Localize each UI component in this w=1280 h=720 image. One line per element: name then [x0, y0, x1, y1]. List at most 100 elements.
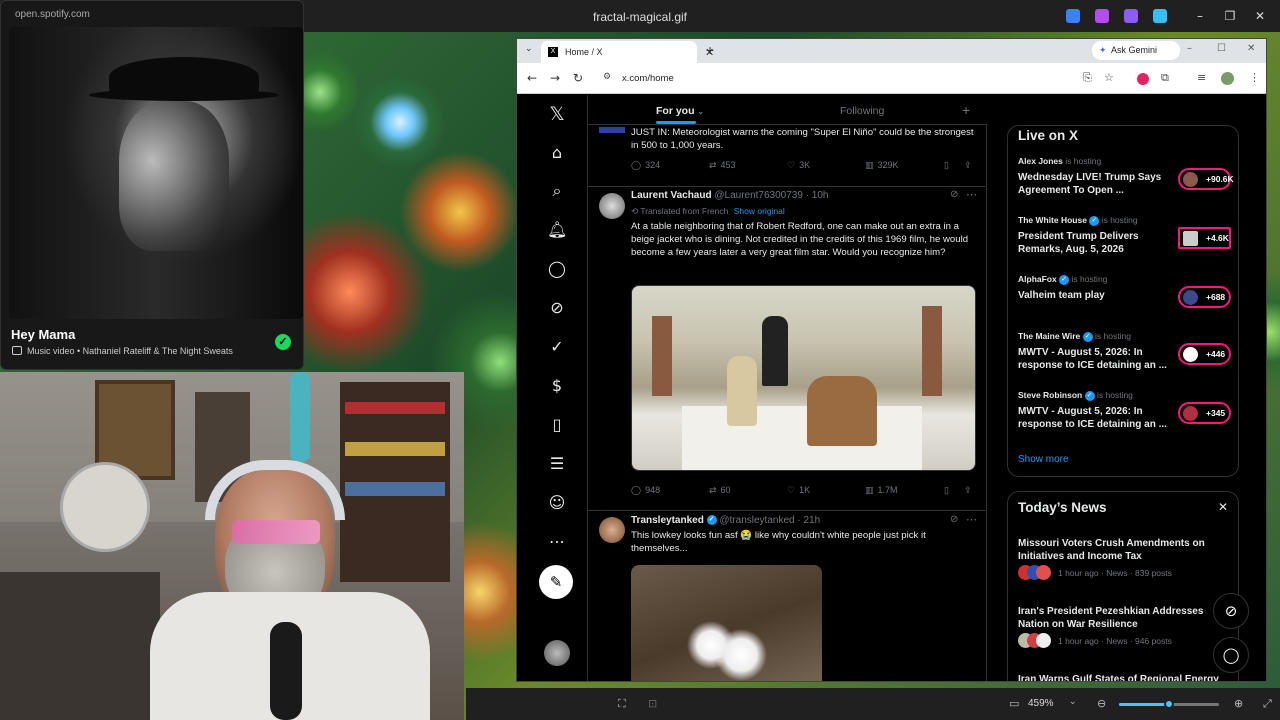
like-button[interactable]: ♡ 1K — [787, 485, 810, 496]
tweet[interactable]: Laurent Vachaud @Laurent76300739 · 10h ⊘… — [588, 187, 987, 511]
close-icon[interactable]: ✕ — [1252, 8, 1268, 24]
tweet-handle[interactable]: @Laurent76300739 · 10h — [714, 190, 828, 201]
notifications-bell-icon[interactable]: 🔔︎ — [547, 220, 567, 240]
listener-count-pill[interactable]: +345 — [1178, 402, 1231, 424]
zoom-out-icon[interactable]: ⊖ — [1097, 697, 1106, 710]
tab-following[interactable]: Following — [840, 105, 884, 117]
tray-app-icon[interactable] — [1095, 9, 1109, 23]
listener-count-pill[interactable]: +446 — [1178, 343, 1231, 365]
bookmarks-icon[interactable]: ▯ — [547, 415, 567, 435]
tweet-avatar[interactable] — [599, 127, 625, 133]
fullscreen-icon[interactable]: ⤢ — [1263, 697, 1272, 711]
grok-icon[interactable]: ⊘ — [950, 514, 958, 525]
tweet[interactable]: JUST IN: Meteorologist warns the coming … — [588, 119, 987, 187]
tray-app-icon[interactable] — [1066, 9, 1080, 23]
tweet[interactable]: Transleytanked ✓ @transleytanked · 21h ⊘… — [588, 511, 987, 681]
bookmark-icon[interactable]: ▯ — [944, 160, 949, 171]
messages-fab-icon[interactable]: ◯ — [1213, 637, 1249, 673]
reload-icon[interactable]: ↻ — [573, 71, 583, 85]
site-info-icon[interactable]: ⚙ — [603, 72, 611, 82]
extensions-icon[interactable]: ⧉ — [1161, 71, 1169, 85]
grok-icon[interactable]: ⊘ — [547, 298, 567, 318]
account-avatar[interactable] — [544, 640, 570, 666]
tray-app-icon[interactable] — [1124, 9, 1138, 23]
zoom-slider-thumb[interactable] — [1164, 699, 1174, 709]
restore-icon[interactable]: ❐ — [1222, 8, 1238, 24]
listener-count-pill[interactable]: +90.6K — [1178, 168, 1234, 190]
grok-chat-icon[interactable]: ◯ — [547, 259, 567, 279]
views-button[interactable]: ▥ 329K — [865, 160, 899, 171]
translate-icon: ⟲ — [631, 206, 641, 216]
money-icon[interactable]: $ — [547, 376, 567, 396]
lists-icon[interactable]: ☰ — [547, 454, 567, 474]
album-art-image[interactable] — [9, 27, 303, 319]
news-item[interactable]: Iran's President Pezeshkian Addresses Na… — [1018, 605, 1233, 648]
film-still-image[interactable] — [631, 285, 976, 471]
news-item[interactable]: Iran Warns Gulf States of Regional Energ… — [1018, 673, 1233, 681]
zoom-dropdown-icon[interactable]: ⌄ — [1069, 697, 1077, 707]
new-tab-icon[interactable]: + — [706, 42, 714, 58]
more-icon[interactable]: ⋯ — [547, 532, 567, 552]
news-item[interactable]: Missouri Voters Crush Amendments on Init… — [1018, 537, 1233, 580]
crop-icon[interactable]: ⊡ — [648, 697, 657, 710]
zoom-level[interactable]: 459% — [1028, 698, 1054, 709]
listener-count-pill[interactable]: +4.6K — [1178, 227, 1231, 249]
verified-orgs-icon[interactable]: ✓ — [547, 337, 567, 357]
repost-button[interactable]: ⇄ 453 — [709, 160, 736, 171]
grok-fab-icon[interactable]: ⊘ — [1213, 593, 1249, 629]
repost-button[interactable]: ⇄ 60 — [709, 485, 731, 496]
more-options-icon[interactable]: ⋯ — [966, 188, 977, 201]
tweet-handle[interactable]: @transleytanked · 21h — [719, 515, 820, 526]
show-original-link[interactable]: Show original — [734, 206, 785, 216]
browser-minimize-icon[interactable]: – — [1187, 43, 1192, 54]
compose-post-button[interactable]: ✎ — [539, 565, 573, 599]
tab-search-icon[interactable]: ⌄ — [525, 44, 533, 54]
tweet-avatar[interactable] — [599, 193, 625, 219]
tab-for-you[interactable]: For you ⌄ — [656, 105, 704, 117]
close-icon[interactable]: ✕ — [1218, 500, 1228, 514]
minimize-icon[interactable]: – — [1192, 8, 1208, 24]
tweet-avatar[interactable] — [599, 517, 625, 543]
share-icon[interactable]: ⇪ — [964, 160, 972, 171]
more-options-icon[interactable]: ⋯ — [966, 513, 977, 526]
like-button[interactable]: ♡ 3K — [787, 160, 810, 171]
profile-icon[interactable]: ☺ — [547, 493, 567, 513]
media-control-icon[interactable]: ≡ — [1197, 71, 1206, 84]
browser-close-icon[interactable]: ✕ — [1247, 43, 1255, 54]
adblock-extension-icon[interactable] — [1137, 73, 1149, 85]
views-button[interactable]: ▥ 1.7M — [865, 485, 898, 496]
menu-kebab-icon[interactable]: ⋮ — [1249, 71, 1260, 84]
explore-search-icon[interactable]: ⌕ — [547, 181, 567, 201]
bookmark-icon[interactable]: ▯ — [944, 485, 949, 496]
tray-app-icon[interactable] — [1153, 9, 1167, 23]
ask-gemini-button[interactable]: ✦ Ask Gemini — [1092, 41, 1180, 60]
install-app-icon[interactable]: ⎘ — [1083, 71, 1092, 85]
home-icon[interactable]: ⌂ — [547, 143, 567, 163]
show-more-link[interactable]: Show more — [1018, 454, 1069, 465]
forward-icon[interactable]: → — [550, 71, 560, 85]
reply-button[interactable]: ◯ 324 — [631, 160, 660, 171]
zoom-in-icon[interactable]: ⊕ — [1234, 697, 1243, 710]
share-icon[interactable]: ⇪ — [964, 485, 972, 496]
tweet-author-name[interactable]: Transleytanked — [631, 515, 704, 526]
tweet-author-name[interactable]: Laurent Vachaud — [631, 190, 712, 201]
listener-count-pill[interactable]: +688 — [1178, 286, 1231, 308]
back-icon[interactable]: ← — [527, 71, 537, 85]
right-sidebar: Live on X Alex Jones is hosting Wednesda… — [997, 95, 1266, 681]
actual-size-icon[interactable]: ▭ — [1009, 697, 1019, 710]
bookmark-star-icon[interactable]: ☆ — [1104, 71, 1114, 84]
cotton-video-thumbnail[interactable] — [631, 565, 822, 681]
profile-avatar-icon[interactable] — [1221, 72, 1234, 85]
x-logo-icon[interactable]: 𝕏 — [547, 104, 567, 124]
grok-icon[interactable]: ⊘ — [950, 189, 958, 200]
browser-maximize-icon[interactable]: ☐ — [1217, 43, 1226, 54]
zoom-slider[interactable] — [1119, 699, 1219, 709]
fit-screen-icon[interactable]: ⛶ — [618, 697, 626, 711]
address-bar-row: ← → ↻ ⚙ x.com/home ⎘ ☆ ⧉ ≡ ⋮ — [517, 63, 1266, 94]
address-bar[interactable]: ⚙ x.com/home — [597, 67, 1117, 90]
add-feed-icon[interactable]: + — [962, 102, 970, 118]
song-title[interactable]: Hey Mama — [11, 327, 75, 342]
tab-home-x[interactable]: X Home / X ✕ — [541, 41, 714, 63]
reply-button[interactable]: ◯ 948 — [631, 485, 660, 496]
saved-check-icon[interactable]: ✓ — [275, 334, 291, 350]
